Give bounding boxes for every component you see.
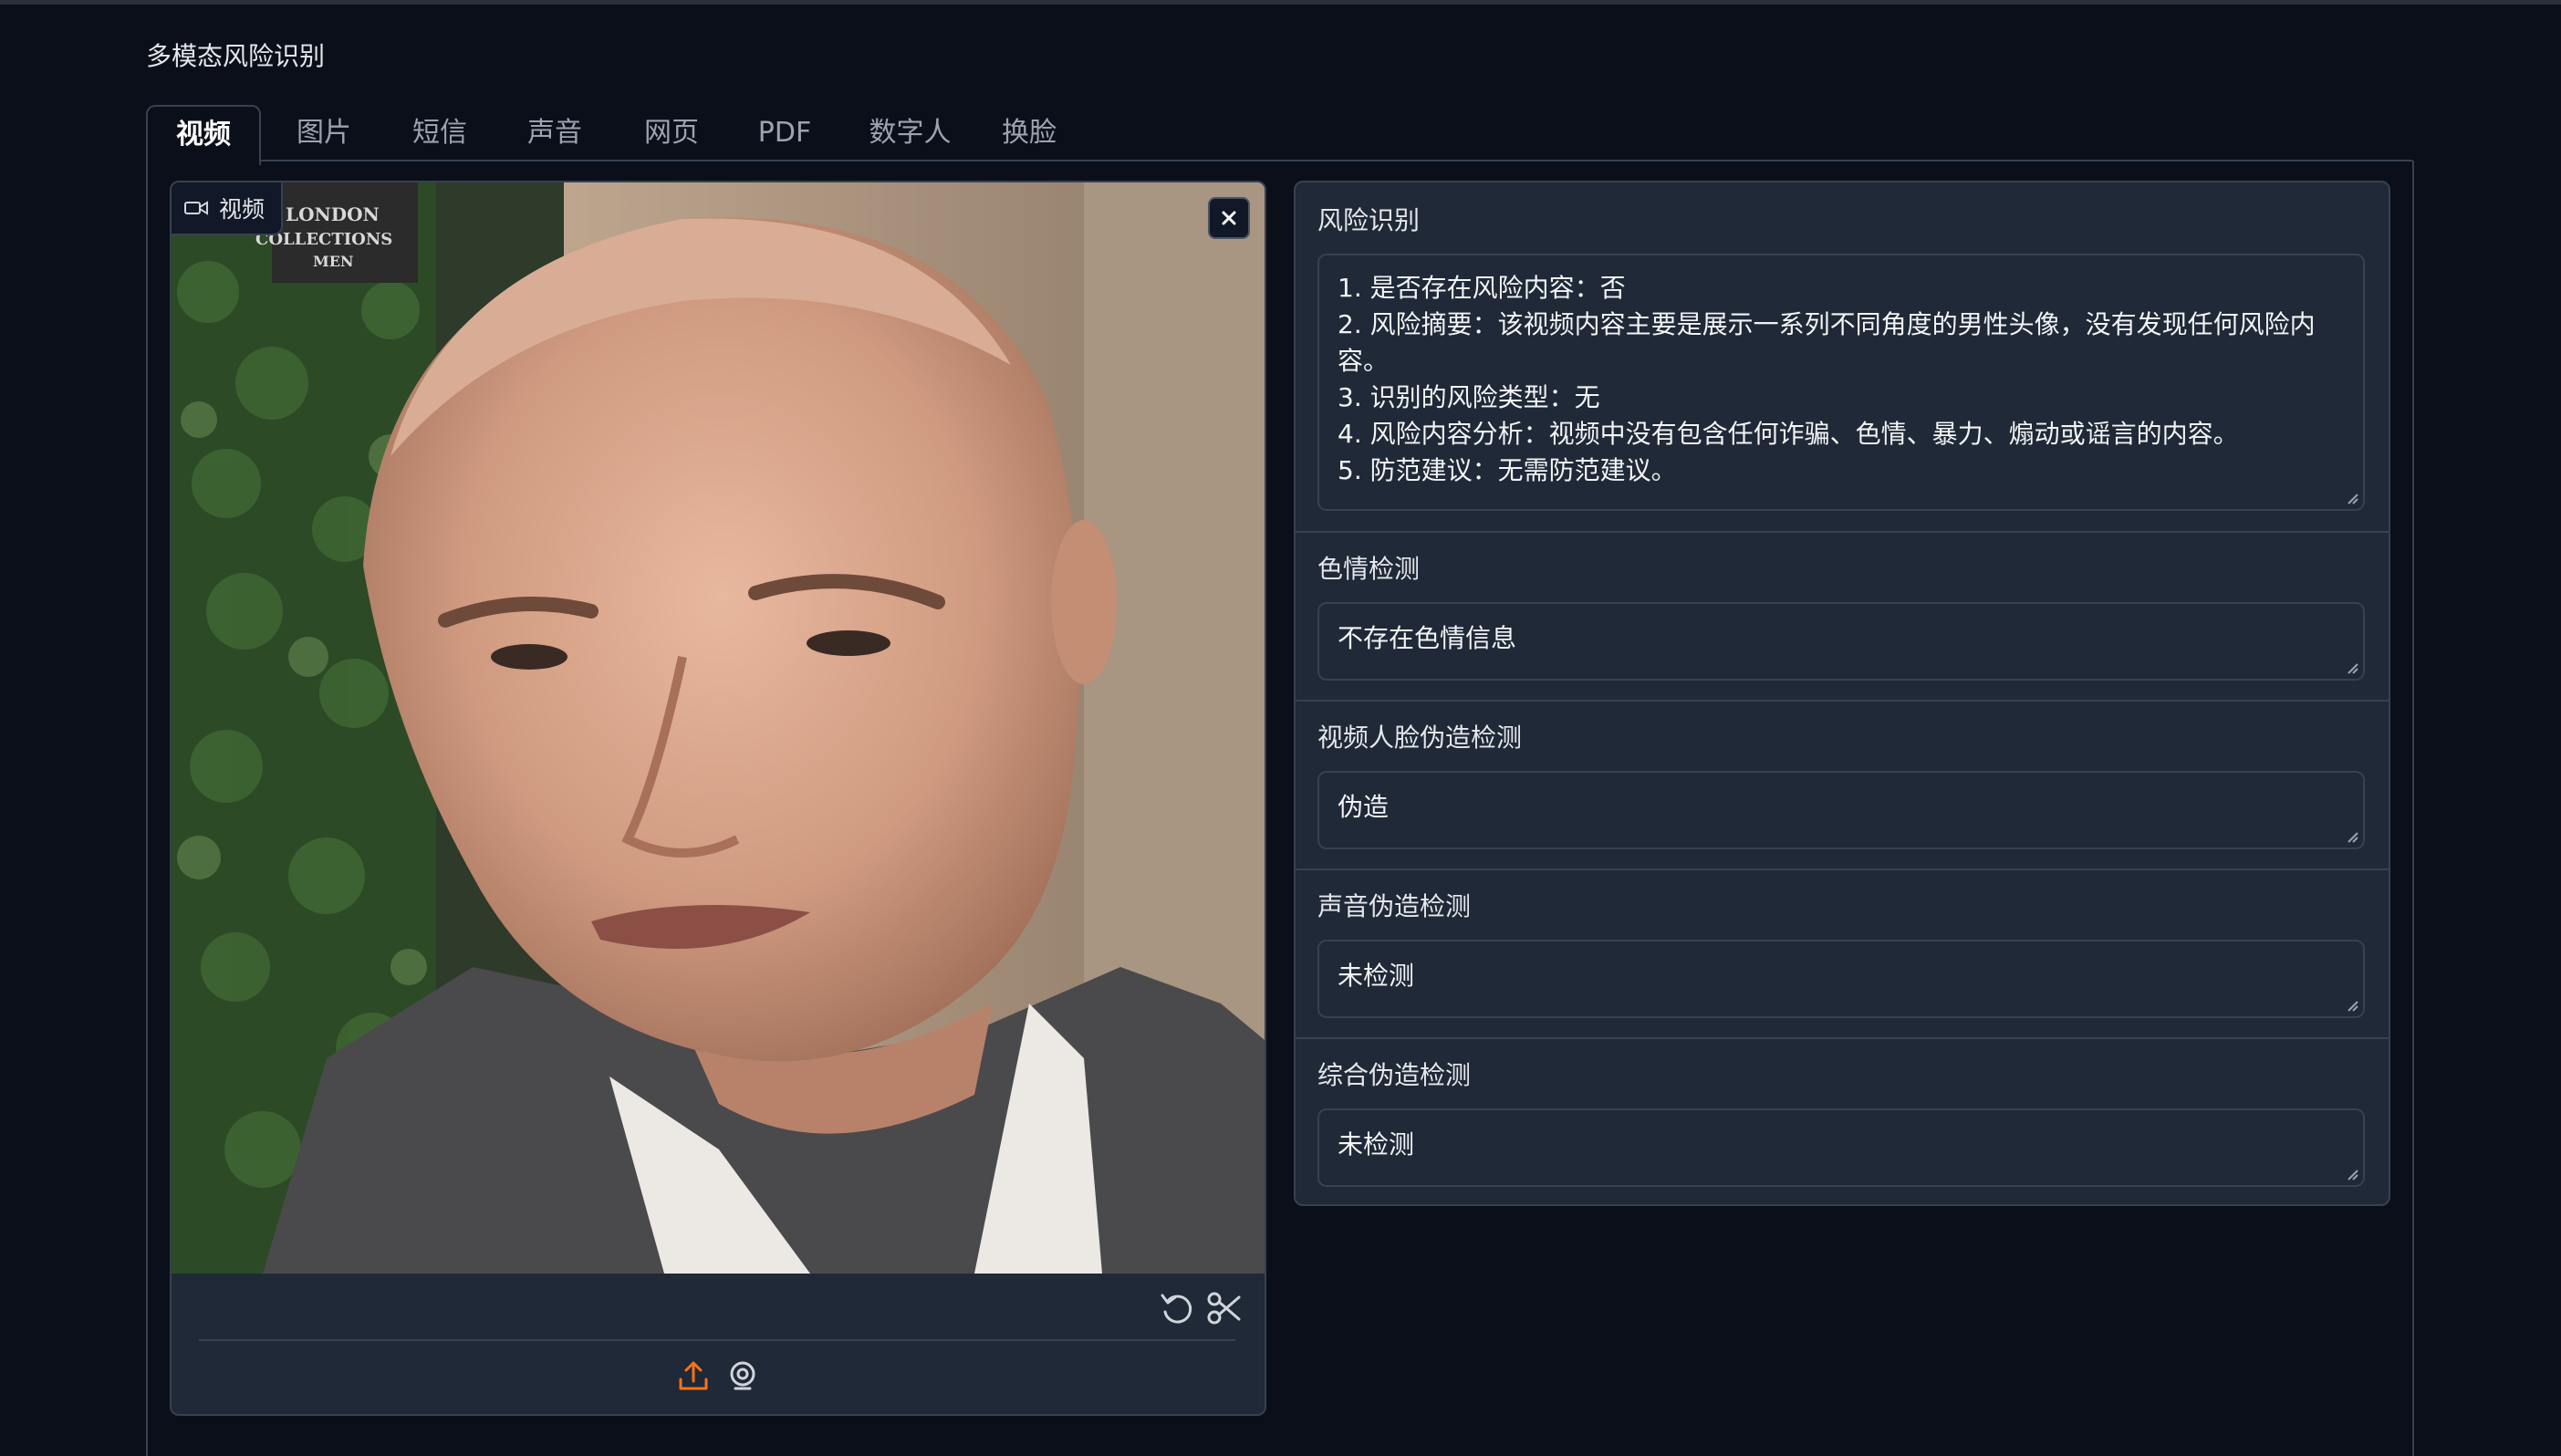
face-forgery-output[interactable]: 伪造	[1317, 771, 2365, 849]
results-panel: 风险识别 1. 是否存在风险内容：否 2. 风险摘要：该视频内容主要是展示一系列…	[1294, 181, 2390, 1206]
face-forgery-section: 视频人脸伪造检测 伪造	[1296, 700, 2389, 870]
tab-audio[interactable]: 声音	[509, 105, 600, 161]
tab-bar: 视频 图片 短信 声音 网页 PDF 数字人 换脸	[146, 105, 2412, 165]
tab-pdf[interactable]: PDF	[739, 105, 830, 161]
voice-forgery-label: 声音伪造检测	[1317, 891, 1472, 921]
video-player[interactable]: LONDON COLLECTIONS MEN 视频	[172, 182, 1265, 1274]
overall-forgery-output[interactable]: 未检测	[1317, 1108, 2365, 1187]
close-icon	[1222, 211, 1236, 225]
tab-video[interactable]: 视频	[146, 105, 261, 165]
porn-label: 色情检测	[1317, 554, 1421, 584]
watermark-line-3: MEN	[313, 253, 354, 270]
tab-digital-human[interactable]: 数字人	[853, 105, 967, 161]
webcam-icon[interactable]	[726, 1359, 759, 1392]
top-border	[0, 0, 2561, 5]
app-title: 多模态风险识别	[146, 41, 326, 71]
video-label-badge: 视频	[172, 182, 284, 235]
risk-line-3: 3. 识别的风险类型：无	[1338, 382, 1600, 412]
risk-section: 风险识别 1. 是否存在风险内容：否 2. 风险摘要：该视频内容主要是展示一系列…	[1296, 182, 2389, 533]
resize-grip-icon[interactable]	[2345, 998, 2359, 1013]
voice-forgery-section: 声音伪造检测 未检测	[1296, 868, 2389, 1039]
face-forgery-value: 伪造	[1338, 792, 1390, 822]
resize-grip-icon[interactable]	[2345, 829, 2359, 844]
video-label-text: 视频	[219, 196, 265, 223]
tab-face-swap[interactable]: 换脸	[984, 105, 1075, 161]
undo-icon[interactable]	[1159, 1290, 1195, 1326]
video-frame-image: LONDON COLLECTIONS MEN	[172, 182, 1265, 1274]
tab-webpage[interactable]: 网页	[626, 105, 717, 161]
porn-output[interactable]: 不存在色情信息	[1317, 602, 2365, 681]
resize-grip-icon[interactable]	[2345, 491, 2359, 505]
tab-image[interactable]: 图片	[278, 105, 370, 161]
voice-forgery-output[interactable]: 未检测	[1317, 940, 2365, 1018]
risk-line-1: 1. 是否存在风险内容：否	[1338, 273, 1626, 303]
overall-forgery-section: 综合伪造检测 未检测	[1296, 1037, 2389, 1204]
porn-section: 色情检测 不存在色情信息	[1296, 531, 2389, 702]
risk-line-2: 2. 风险摘要：该视频内容主要是展示一系列不同角度的男性头像，没有发现任何风险内…	[1338, 309, 2316, 376]
resize-grip-icon[interactable]	[2345, 1167, 2359, 1181]
risk-label: 风险识别	[1317, 205, 1421, 235]
resize-grip-icon[interactable]	[2345, 660, 2359, 675]
upload-icon[interactable]	[677, 1359, 710, 1392]
risk-output[interactable]: 1. 是否存在风险内容：否 2. 风险摘要：该视频内容主要是展示一系列不同角度的…	[1317, 254, 2365, 511]
video-camera-icon	[184, 201, 208, 215]
clear-button[interactable]	[1208, 197, 1250, 239]
video-upload-block: LONDON COLLECTIONS MEN 视频	[170, 181, 1266, 1416]
tab-sms[interactable]: 短信	[394, 105, 485, 161]
toolbar-divider	[199, 1339, 1235, 1341]
video-toolbar	[172, 1274, 1265, 1414]
scissors-icon[interactable]	[1206, 1290, 1243, 1326]
overall-forgery-label: 综合伪造检测	[1317, 1060, 1472, 1090]
face-forgery-label: 视频人脸伪造检测	[1317, 723, 1523, 753]
risk-line-4: 4. 风险内容分析：视频中没有包含任何诈骗、色情、暴力、煽动或谣言的内容。	[1338, 419, 2239, 449]
overall-forgery-value: 未检测	[1338, 1129, 1415, 1160]
porn-value: 不存在色情信息	[1338, 623, 1517, 653]
voice-forgery-value: 未检测	[1338, 961, 1415, 991]
watermark-line-1: LONDON	[286, 203, 380, 225]
risk-line-5: 5. 防范建议：无需防范建议。	[1338, 455, 1677, 485]
